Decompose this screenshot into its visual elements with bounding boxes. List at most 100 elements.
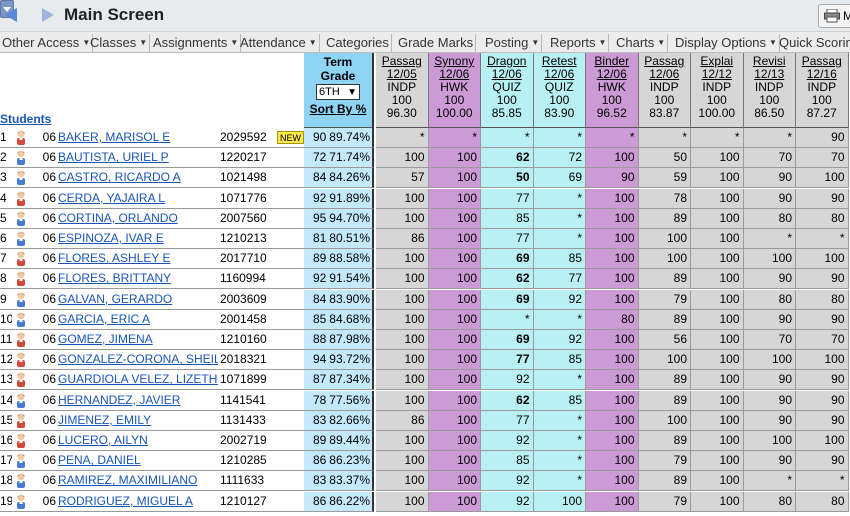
- score-cell[interactable]: 100: [376, 471, 429, 492]
- score-cell[interactable]: 100: [691, 249, 744, 270]
- score-cell[interactable]: *: [533, 471, 586, 492]
- score-cell[interactable]: 79: [638, 491, 691, 512]
- term-select[interactable]: 6TH ▼: [316, 84, 360, 100]
- score-cell[interactable]: 90: [743, 390, 796, 411]
- score-cell[interactable]: 79: [638, 289, 691, 310]
- score-cell[interactable]: 50: [481, 168, 534, 189]
- score-cell[interactable]: 90: [743, 188, 796, 209]
- score-cell[interactable]: *: [691, 128, 744, 148]
- score-cell[interactable]: 90: [586, 168, 639, 189]
- score-cell[interactable]: 100: [691, 390, 744, 411]
- student-boy-icon[interactable]: [14, 292, 28, 309]
- score-cell[interactable]: 100: [428, 249, 481, 270]
- score-cell[interactable]: 72: [533, 148, 586, 169]
- score-cell[interactable]: 90: [796, 188, 849, 209]
- score-cell[interactable]: 100: [796, 350, 849, 371]
- menu-attendance[interactable]: Attendance ▼: [238, 34, 320, 52]
- score-cell[interactable]: 100: [586, 289, 639, 310]
- assignment-header[interactable]: Revisi 12/13 INDP 100 86.50: [743, 53, 796, 128]
- score-cell[interactable]: 100: [376, 148, 429, 169]
- student-boy-icon[interactable]: [14, 393, 28, 410]
- score-cell[interactable]: 100: [376, 269, 429, 290]
- score-cell[interactable]: 92: [481, 471, 534, 492]
- score-cell[interactable]: 92: [481, 370, 534, 391]
- score-cell[interactable]: 90: [796, 128, 849, 148]
- score-cell[interactable]: *: [376, 128, 429, 148]
- score-cell[interactable]: *: [533, 431, 586, 451]
- student-name-link[interactable]: PENA, DANIEL: [56, 451, 218, 472]
- assignment-header[interactable]: Dragon 12/06 QUIZ 100 85.85: [481, 53, 534, 128]
- student-boy-icon[interactable]: [14, 150, 28, 167]
- score-cell[interactable]: 90: [743, 370, 796, 391]
- score-cell[interactable]: 100: [691, 410, 744, 431]
- score-cell[interactable]: 100: [586, 330, 639, 350]
- score-cell[interactable]: 62: [481, 148, 534, 169]
- score-cell[interactable]: 100: [376, 370, 429, 391]
- score-cell[interactable]: 92: [481, 491, 534, 512]
- score-cell[interactable]: *: [743, 229, 796, 249]
- score-cell[interactable]: 100: [428, 208, 481, 229]
- score-cell[interactable]: 100: [586, 491, 639, 512]
- score-cell[interactable]: 77: [481, 229, 534, 249]
- score-cell[interactable]: 89: [638, 309, 691, 330]
- score-cell[interactable]: *: [533, 208, 586, 229]
- student-girl-icon[interactable]: [14, 372, 28, 389]
- score-cell[interactable]: 100: [428, 229, 481, 249]
- score-cell[interactable]: 100: [428, 330, 481, 350]
- score-cell[interactable]: 80: [743, 289, 796, 310]
- score-cell[interactable]: *: [796, 471, 849, 492]
- score-cell[interactable]: 70: [796, 330, 849, 350]
- score-cell[interactable]: 100: [691, 471, 744, 492]
- student-boy-icon[interactable]: [14, 170, 28, 187]
- score-cell[interactable]: 100: [586, 249, 639, 270]
- score-cell[interactable]: 100: [428, 370, 481, 391]
- student-name-link[interactable]: JIMENEZ, EMILY: [56, 411, 218, 431]
- score-cell[interactable]: 100: [691, 491, 744, 512]
- score-cell[interactable]: 90: [743, 168, 796, 189]
- score-cell[interactable]: *: [743, 128, 796, 148]
- score-cell[interactable]: 100: [376, 491, 429, 512]
- score-cell[interactable]: 90: [796, 309, 849, 330]
- score-cell[interactable]: 100: [376, 289, 429, 310]
- score-cell[interactable]: 100: [428, 289, 481, 310]
- score-cell[interactable]: *: [533, 309, 586, 330]
- score-cell[interactable]: 89: [638, 208, 691, 229]
- score-cell[interactable]: 100: [533, 491, 586, 512]
- score-cell[interactable]: 85: [533, 350, 586, 371]
- score-cell[interactable]: 100: [376, 451, 429, 472]
- score-cell[interactable]: 57: [376, 168, 429, 189]
- student-girl-icon[interactable]: [14, 251, 28, 268]
- score-cell[interactable]: 77: [481, 410, 534, 431]
- student-girl-icon[interactable]: [14, 433, 28, 450]
- score-cell[interactable]: 100: [428, 431, 481, 451]
- student-boy-icon[interactable]: [14, 312, 28, 329]
- score-cell[interactable]: 100: [691, 148, 744, 169]
- student-name-link[interactable]: GONZALEZ-CORONA, SHEILA A: [56, 350, 218, 371]
- score-cell[interactable]: 100: [376, 431, 429, 451]
- score-cell[interactable]: 100: [586, 431, 639, 451]
- score-cell[interactable]: 100: [586, 451, 639, 472]
- menu-reports[interactable]: Reports ▼: [548, 34, 610, 52]
- student-girl-icon[interactable]: [14, 191, 28, 208]
- student-name-link[interactable]: GARCIA, ERIC A: [56, 310, 218, 330]
- score-cell[interactable]: 80: [796, 289, 849, 310]
- score-cell[interactable]: 100: [691, 289, 744, 310]
- score-cell[interactable]: 70: [743, 148, 796, 169]
- score-cell[interactable]: 100: [376, 390, 429, 411]
- score-cell[interactable]: 100: [428, 168, 481, 189]
- score-cell[interactable]: 100: [586, 188, 639, 209]
- score-cell[interactable]: 100: [691, 350, 744, 371]
- score-cell[interactable]: 90: [796, 390, 849, 411]
- score-cell[interactable]: 100: [743, 350, 796, 371]
- student-girl-icon[interactable]: [14, 352, 28, 369]
- score-cell[interactable]: 92: [533, 330, 586, 350]
- score-cell[interactable]: 92: [481, 431, 534, 451]
- score-cell[interactable]: 100: [638, 249, 691, 270]
- score-cell[interactable]: 100: [428, 410, 481, 431]
- score-cell[interactable]: *: [481, 128, 534, 148]
- sort-by-percent-link[interactable]: Sort By %: [304, 103, 372, 116]
- score-cell[interactable]: *: [533, 128, 586, 148]
- score-cell[interactable]: 70: [796, 148, 849, 169]
- score-cell[interactable]: *: [638, 128, 691, 148]
- score-cell[interactable]: 100: [586, 350, 639, 371]
